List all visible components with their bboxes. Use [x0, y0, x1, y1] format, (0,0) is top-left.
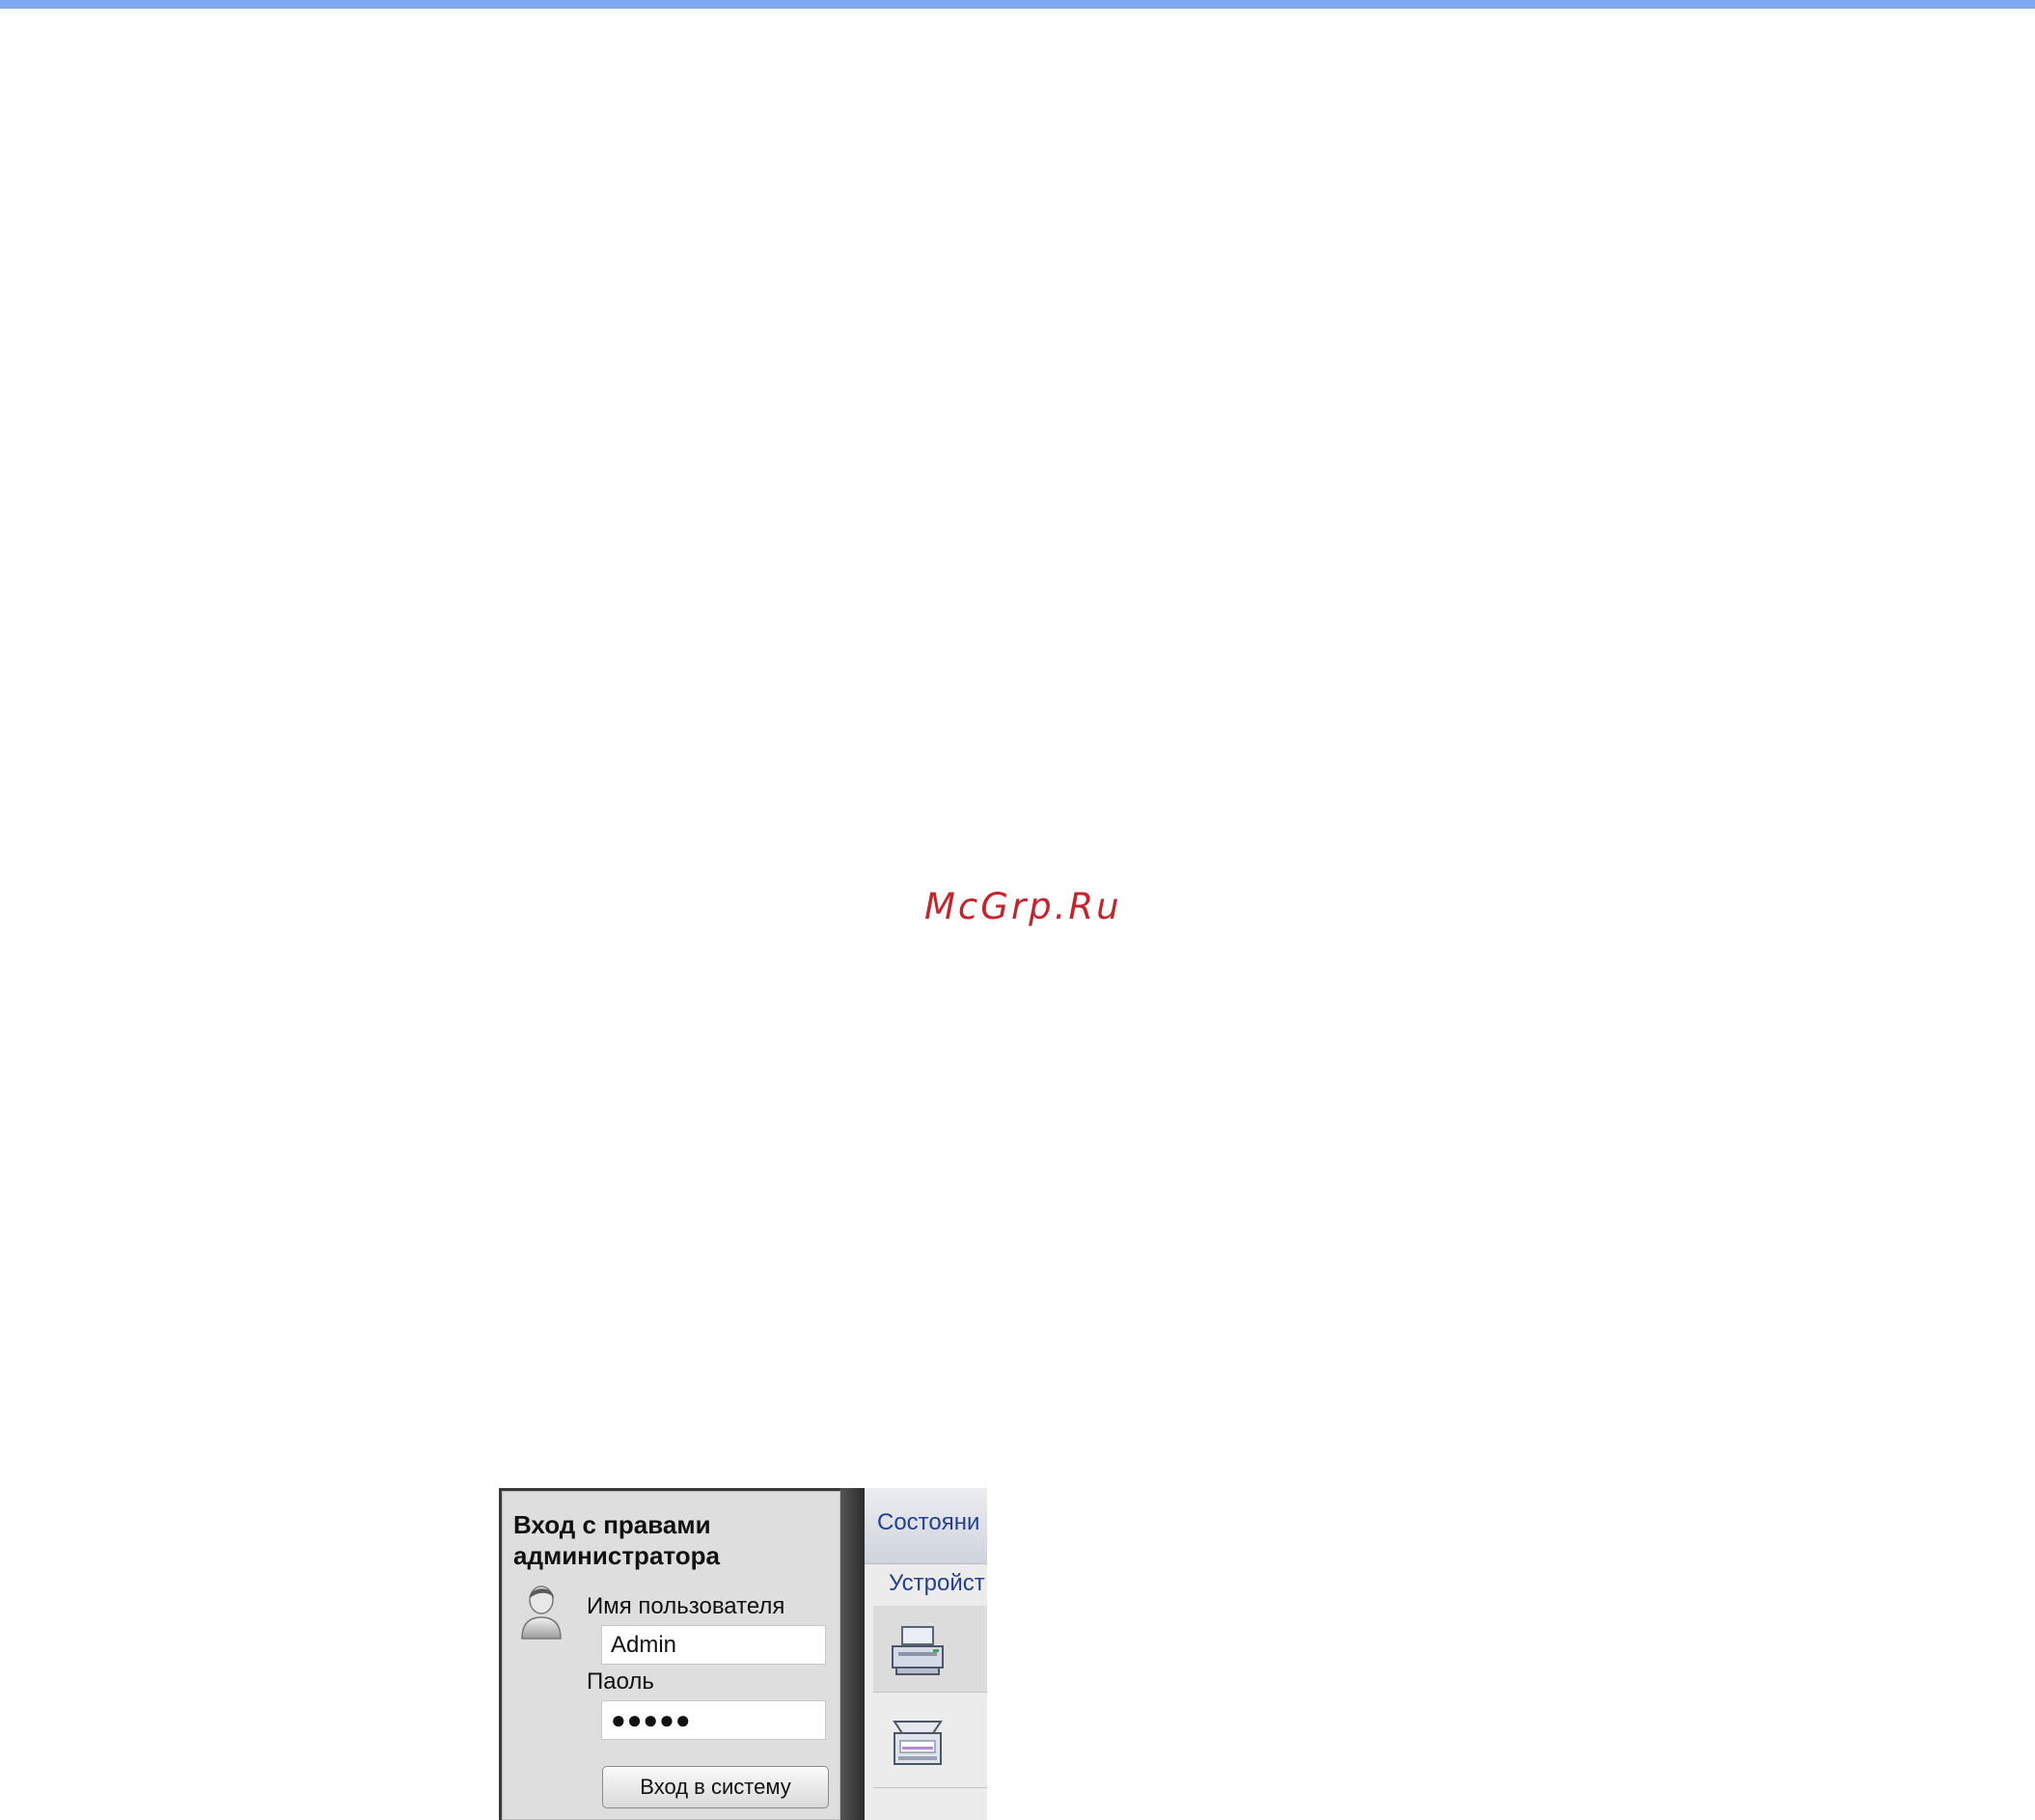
- user-avatar-icon: [521, 1586, 562, 1640]
- status-panel: Состояни Устройст: [865, 1488, 987, 1820]
- watermark-text: McGrp.Ru: [924, 886, 1122, 927]
- printer-icon: [892, 1626, 944, 1675]
- ui-screenshot: Вход с правами администратора Имя пользо…: [499, 1488, 987, 1820]
- panel-divider: [840, 1488, 865, 1820]
- admin-login-panel: Вход с правами администратора Имя пользо…: [502, 1491, 840, 1820]
- username-input[interactable]: Admin: [601, 1625, 826, 1665]
- top-accent-bar: [0, 0, 2035, 9]
- tab-status[interactable]: Состояни: [877, 1509, 979, 1536]
- login-button[interactable]: Вход в систему: [602, 1766, 829, 1808]
- device-row-more[interactable]: [873, 1792, 987, 1820]
- page: McGrp.Ru Вход с правами администратора И…: [0, 0, 2035, 1820]
- username-label: Имя пользователя: [587, 1593, 785, 1619]
- password-label: Паоль: [587, 1668, 654, 1695]
- device-link[interactable]: Устройст: [889, 1570, 985, 1597]
- password-input[interactable]: ●●●●●: [601, 1700, 826, 1740]
- device-row-printer[interactable]: [873, 1606, 987, 1693]
- scanner-icon: [893, 1721, 943, 1765]
- status-tab-header[interactable]: Состояни: [865, 1488, 987, 1564]
- login-title: Вход с правами администратора: [513, 1510, 721, 1570]
- device-row-scanner[interactable]: [873, 1696, 987, 1788]
